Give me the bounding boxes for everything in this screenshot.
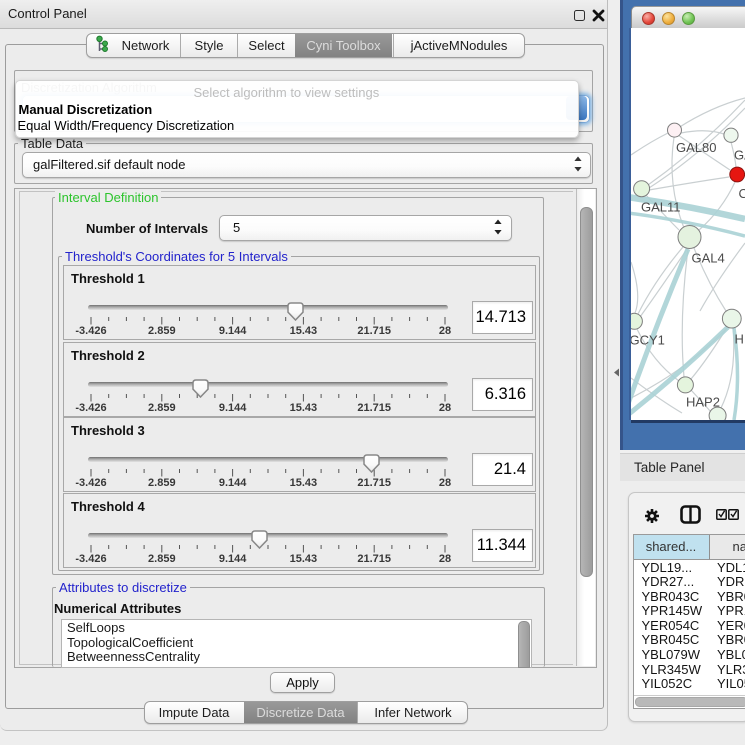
svg-text:GCY1: GCY1 [631, 333, 665, 348]
svg-text:GAL80: GAL80 [676, 140, 716, 155]
svg-text:HAP2: HAP2 [686, 395, 720, 410]
svg-text:HI: HI [735, 332, 745, 347]
svg-text:GAL4: GAL4 [692, 251, 725, 266]
svg-text:GAL11: GAL11 [641, 200, 681, 215]
svg-text:C: C [739, 186, 745, 201]
svg-text:GA: GA [734, 148, 745, 163]
